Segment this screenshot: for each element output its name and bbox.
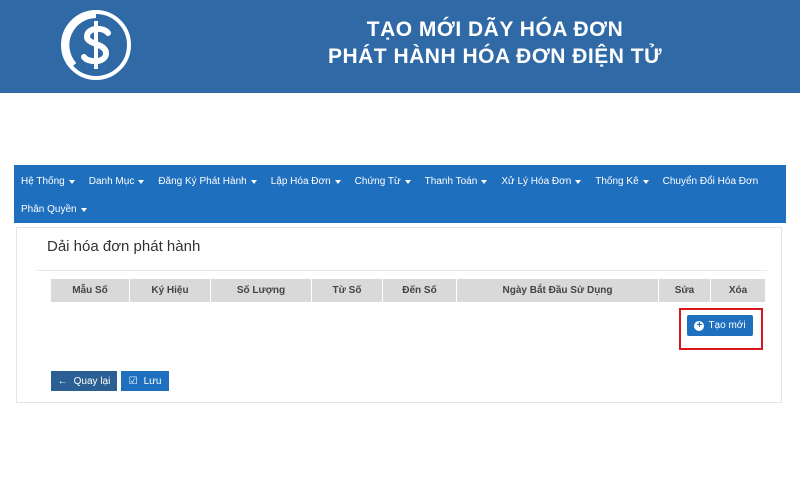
nav-item-thong-ke[interactable]: Thống Kê — [588, 176, 655, 187]
nav-item-danh-muc[interactable]: Danh Mục — [82, 176, 152, 187]
column-header-xoa: Xóa — [728, 285, 748, 296]
nav-label: Thống Kê — [595, 176, 639, 187]
nav-label: Chuyển Đổi Hóa Đơn — [662, 176, 759, 187]
nav-label: Phân Quyền — [21, 204, 77, 215]
banner-title-line1: TẠO MỚI DÃY HÓA ĐƠN — [366, 18, 624, 41]
nav-item-xu-ly-hoa-don[interactable]: Xử Lý Hóa Đơn — [494, 176, 588, 187]
create-new-label: Tạo mới — [708, 320, 746, 331]
nav-label: Xử Lý Hóa Đơn — [501, 176, 572, 187]
nav-item-thanh-toan[interactable]: Thanh Toán — [418, 176, 495, 187]
save-button[interactable]: ☑ Lưu — [121, 371, 169, 391]
column-header-den-so: Đến Số — [383, 279, 457, 302]
nav-label: Đăng Ký Phát Hành — [158, 176, 247, 187]
column-header-tu-so: Từ Số — [312, 279, 383, 302]
caret-down-icon — [80, 207, 87, 212]
plus-circle-icon: + — [694, 320, 705, 331]
caret-down-icon — [642, 179, 649, 184]
caret-down-icon — [68, 179, 75, 184]
banner-title: TẠO MỚI DÃY HÓA ĐƠN PHÁT HÀNH HÓA ĐƠN ĐI… — [290, 16, 700, 70]
caret-down-icon — [481, 179, 488, 184]
main-navbar: Hệ Thống Danh Mục Đăng Ký Phát Hành Lập … — [14, 165, 786, 223]
panel-divider — [37, 270, 767, 271]
caret-down-icon — [575, 179, 582, 184]
column-header-so-luong: Số Lượng — [211, 279, 312, 302]
nav-item-lap-hoa-don[interactable]: Lập Hóa Đơn — [264, 176, 348, 187]
caret-down-icon — [250, 179, 257, 184]
navbar-row-1: Hệ Thống Danh Mục Đăng Ký Phát Hành Lập … — [14, 167, 765, 196]
invoice-range-panel: Dải hóa đơn phát hành Mẫu Số Ký Hiệu Số … — [16, 227, 782, 403]
back-button[interactable]: ← Quay lại — [51, 371, 117, 391]
caret-down-icon — [334, 179, 341, 184]
check-square-icon: ☑ — [128, 375, 138, 387]
save-label: Lưu — [143, 375, 162, 387]
nav-label: Danh Mục — [88, 176, 135, 187]
caret-down-icon — [138, 179, 145, 184]
arrow-left-icon: ← — [57, 375, 68, 387]
dollar-logo-icon — [61, 10, 131, 80]
create-new-button[interactable]: + Tạo mới — [687, 315, 753, 336]
column-header-ngay-bat-dau: Ngày Bắt Đầu Sử Dụng — [457, 279, 659, 302]
app-window: Hệ Thống Danh Mục Đăng Ký Phát Hành Lập … — [14, 165, 786, 405]
nav-label: Thanh Toán — [424, 176, 478, 187]
banner-title-line2: PHÁT HÀNH HÓA ĐƠN ĐIỆN TỬ — [327, 45, 663, 68]
invoice-range-table-header: Mẫu Số Ký Hiệu Số Lượng Từ Số Đến Số Ngà… — [51, 279, 765, 302]
header-banner: TẠO MỚI DÃY HÓA ĐƠN PHÁT HÀNH HÓA ĐƠN ĐI… — [0, 0, 800, 93]
nav-item-chung-tu[interactable]: Chứng Từ — [348, 176, 418, 187]
nav-label: Lập Hóa Đơn — [270, 176, 331, 187]
nav-item-dang-ky-phat-hanh[interactable]: Đăng Ký Phát Hành — [151, 176, 263, 187]
column-header-sua: Sửa — [659, 279, 711, 302]
nav-label: Hệ Thống — [21, 176, 65, 187]
page-title: Dải hóa đơn phát hành — [47, 238, 201, 255]
column-header-ky-hieu: Ký Hiệu — [130, 279, 211, 302]
caret-down-icon — [404, 179, 411, 184]
navbar-row-2: Phân Quyền — [14, 195, 94, 224]
nav-item-phan-quyen[interactable]: Phân Quyền — [14, 204, 94, 215]
nav-item-chuyen-doi-hoa-don[interactable]: Chuyển Đổi Hóa Đơn — [656, 176, 766, 187]
column-header-mau-so: Mẫu Số — [51, 279, 130, 302]
back-label: Quay lại — [73, 375, 111, 387]
nav-item-he-thong[interactable]: Hệ Thống — [14, 176, 82, 187]
nav-label: Chứng Từ — [354, 176, 401, 187]
